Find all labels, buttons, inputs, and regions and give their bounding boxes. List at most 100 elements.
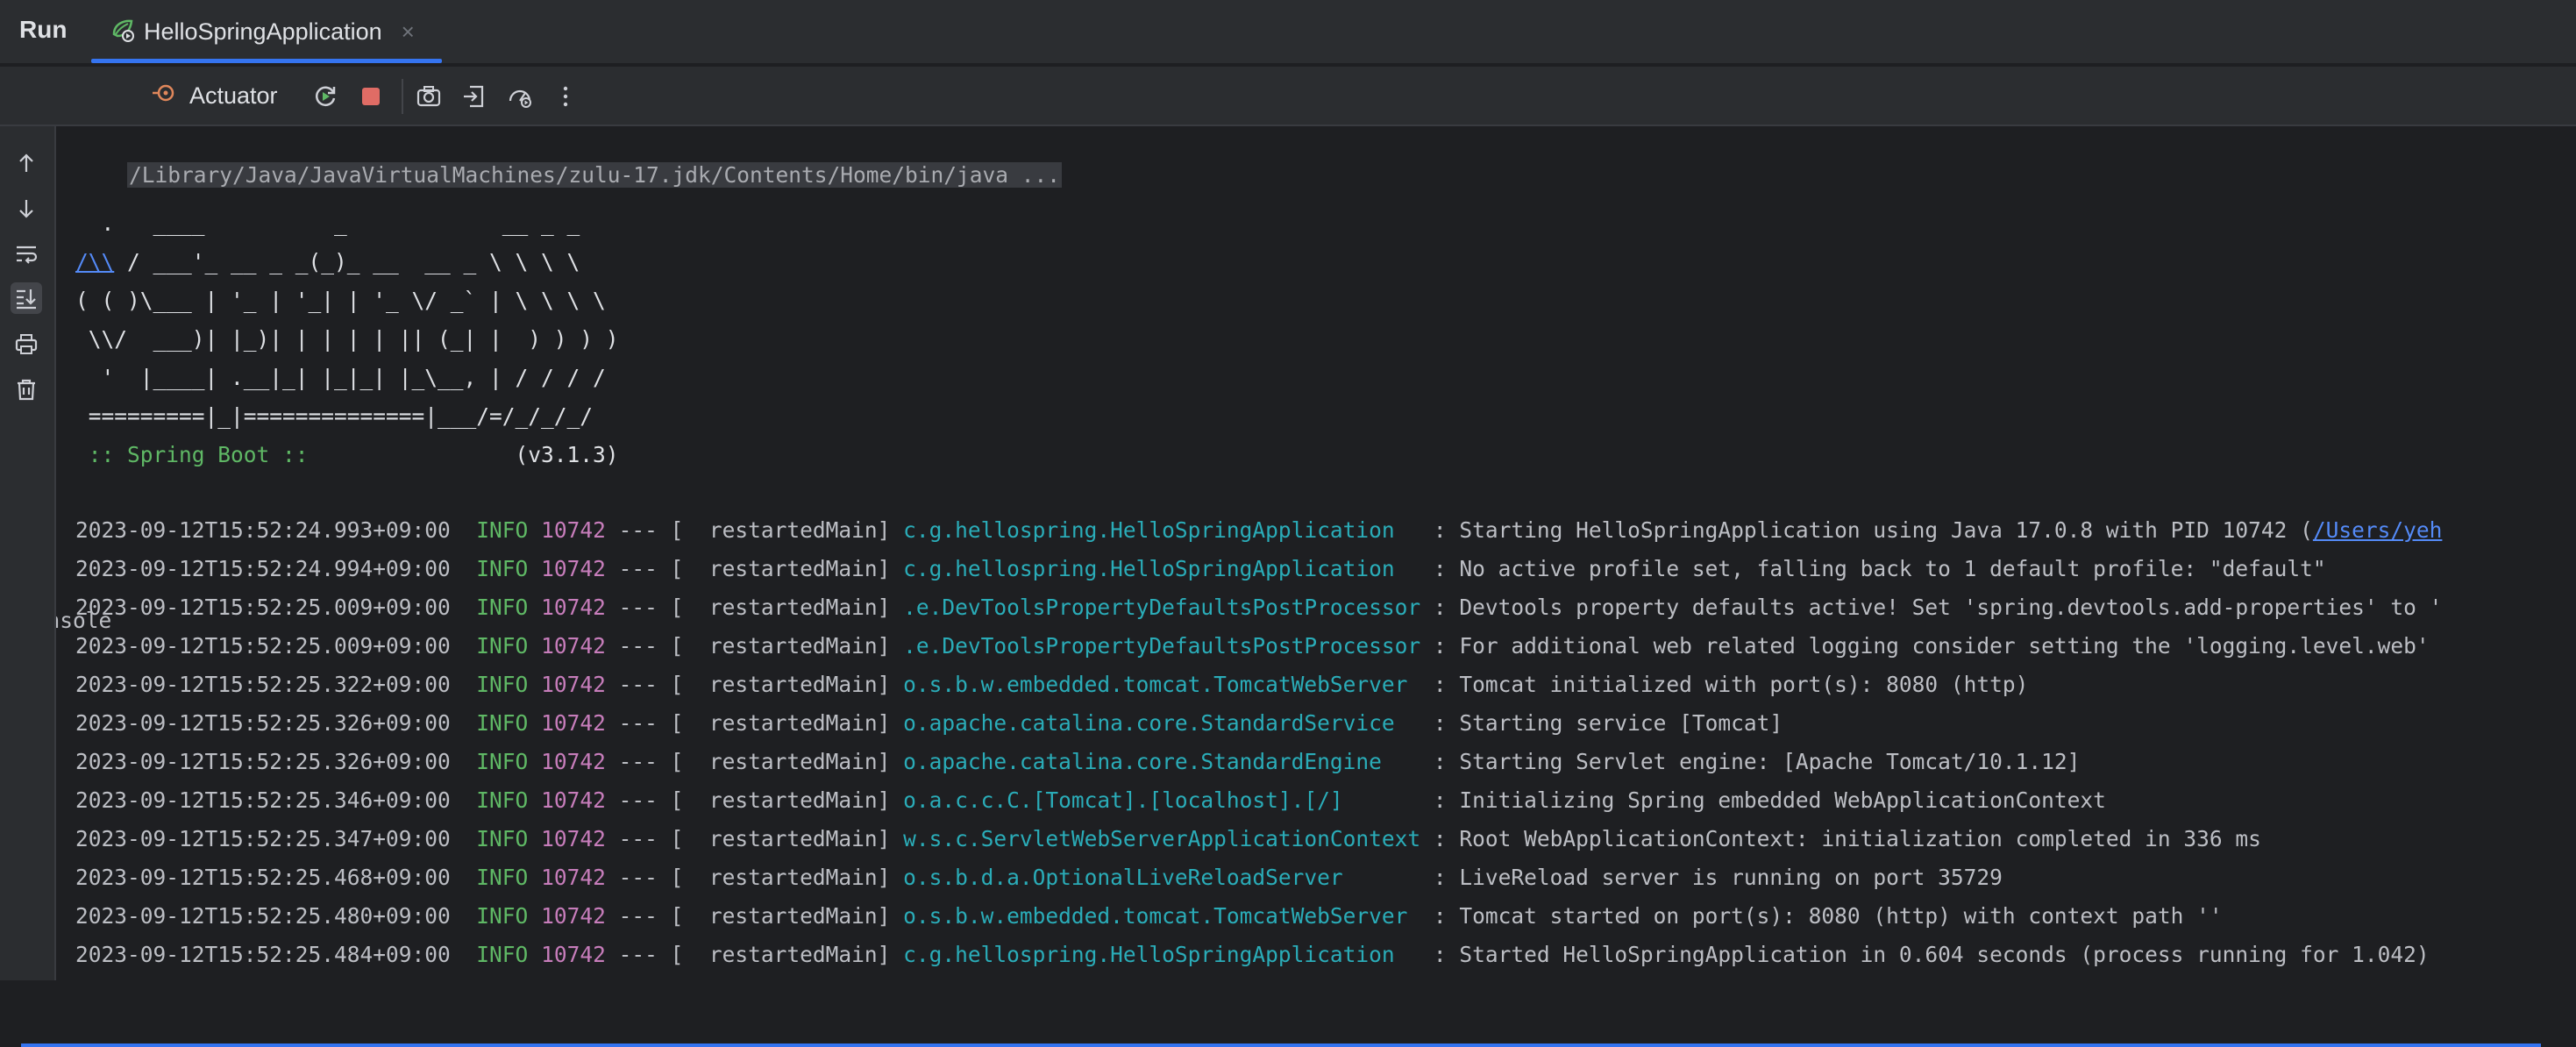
log-spacer [451, 942, 477, 967]
active-tab-indicator [21, 1043, 2541, 1047]
run-toolbar: Console Actuator [0, 67, 2576, 1047]
log-spacer [528, 595, 541, 620]
log-thread: --- [ restartedMain] [605, 826, 904, 851]
scroll-to-end-icon[interactable] [11, 282, 42, 314]
arrow-up-icon[interactable] [11, 147, 42, 179]
log-level: INFO [476, 787, 529, 813]
spring-run-icon [109, 17, 135, 47]
banner-link[interactable]: /\\ [75, 249, 114, 274]
log-thread: --- [ restartedMain] [605, 787, 904, 813]
log-thread: --- [ restartedMain] [605, 710, 904, 736]
log-message: : Devtools property defaults active! Set… [1420, 595, 2443, 620]
log-spacer [451, 749, 477, 774]
tab-actuator[interactable]: Actuator [151, 67, 278, 125]
log-timestamp: 2023-09-12T15:52:25.322+09:00 [75, 672, 451, 697]
log-path-link[interactable]: /Users/yeh [2313, 517, 2443, 543]
log-message: : Starting HelloSpringApplication using … [1420, 517, 2313, 543]
log-line: 2023-09-12T15:52:25.009+09:00 INFO 10742… [75, 593, 2442, 623]
log-thread: --- [ restartedMain] [605, 865, 904, 890]
log-line: 2023-09-12T15:52:25.480+09:00 INFO 10742… [75, 901, 2223, 931]
log-logger[interactable]: .e.DevToolsPropertyDefaultsPostProcessor [903, 633, 1420, 659]
log-thread: --- [ restartedMain] [605, 749, 904, 774]
log-pid: 10742 [541, 517, 606, 543]
log-timestamp: 2023-09-12T15:52:25.468+09:00 [75, 865, 451, 890]
log-timestamp: 2023-09-12T15:52:25.484+09:00 [75, 942, 451, 967]
tab-hello-spring-application[interactable]: HelloSpringApplication × [91, 0, 442, 63]
log-level: INFO [476, 710, 529, 736]
log-message: : Starting Servlet engine: [Apache Tomca… [1420, 749, 2081, 774]
log-logger[interactable]: .e.DevToolsPropertyDefaultsPostProcessor [903, 595, 1420, 620]
log-logger[interactable]: o.s.b.d.a.OptionalLiveReloadServer [903, 865, 1420, 890]
log-level: INFO [476, 556, 529, 581]
log-thread: --- [ restartedMain] [605, 556, 904, 581]
log-pid: 10742 [541, 710, 606, 736]
log-spacer [528, 942, 541, 967]
log-line: 2023-09-12T15:52:25.322+09:00 INFO 10742… [75, 670, 2028, 700]
close-icon[interactable]: × [402, 18, 415, 46]
log-logger[interactable]: c.g.hellospring.HelloSpringApplication [903, 556, 1420, 581]
console-output[interactable]: /Library/Java/JavaVirtualMachines/zulu-1… [56, 126, 2576, 980]
run-panel-title: Run [19, 16, 68, 43]
exit-icon[interactable] [459, 82, 489, 111]
print-icon[interactable] [11, 328, 42, 360]
log-spacer [451, 903, 477, 929]
log-logger[interactable]: o.s.b.w.embedded.tomcat.TomcatWebServer [903, 903, 1420, 929]
log-timestamp: 2023-09-12T15:52:24.993+09:00 [75, 517, 451, 543]
log-level: INFO [476, 865, 529, 890]
log-logger[interactable]: c.g.hellospring.HelloSpringApplication [903, 942, 1420, 967]
log-spacer [451, 556, 477, 581]
log-timestamp: 2023-09-12T15:52:25.346+09:00 [75, 787, 451, 813]
profiler-icon[interactable] [505, 82, 535, 111]
log-logger[interactable]: o.apache.catalina.core.StandardEngine [903, 749, 1420, 774]
log-pid: 10742 [541, 826, 606, 851]
log-line: 2023-09-12T15:52:24.993+09:00 INFO 10742… [75, 516, 2442, 545]
log-pid: 10742 [541, 556, 606, 581]
more-icon[interactable] [551, 82, 580, 111]
log-thread: --- [ restartedMain] [605, 517, 904, 543]
log-thread: --- [ restartedMain] [605, 942, 904, 967]
soft-wrap-icon[interactable] [11, 239, 42, 270]
screenshot-icon[interactable] [414, 82, 444, 111]
stop-icon[interactable] [356, 82, 386, 111]
log-level: INFO [476, 517, 529, 543]
actuator-tab-label: Actuator [189, 82, 278, 109]
log-level: INFO [476, 826, 529, 851]
arrow-down-icon[interactable] [11, 193, 42, 224]
log-spacer [451, 672, 477, 697]
log-logger[interactable]: c.g.hellospring.HelloSpringApplication [903, 517, 1420, 543]
log-message: : Tomcat initialized with port(s): 8080 … [1420, 672, 2029, 697]
log-level: INFO [476, 595, 529, 620]
banner-text: / ___'_ __ _ _(_)_ __ __ _ \ \ \ \ [114, 249, 580, 274]
log-logger[interactable]: o.apache.catalina.core.StandardService [903, 710, 1420, 736]
log-level: INFO [476, 749, 529, 774]
log-logger[interactable]: o.a.c.c.C.[Tomcat].[localhost].[/] [903, 787, 1420, 813]
console-side-toolbar [0, 126, 56, 980]
log-spacer [528, 826, 541, 851]
log-logger[interactable]: o.s.b.w.embedded.tomcat.TomcatWebServer [903, 672, 1420, 697]
spring-banner-line: ' |____| .__|_| |_|_| |_\__, | / / / / [75, 365, 606, 390]
log-line: 2023-09-12T15:52:25.009+09:00 INFO 10742… [75, 631, 2430, 661]
log-pid: 10742 [541, 749, 606, 774]
log-message: : Started HelloSpringApplication in 0.60… [1420, 942, 2430, 967]
log-pid: 10742 [541, 633, 606, 659]
log-pid: 10742 [541, 865, 606, 890]
log-timestamp: 2023-09-12T15:52:25.480+09:00 [75, 903, 451, 929]
log-logger[interactable]: w.s.c.ServletWebServerApplicationContext [903, 826, 1420, 851]
log-thread: --- [ restartedMain] [605, 595, 904, 620]
log-message: : No active profile set, falling back to… [1420, 556, 2326, 581]
spring-boot-version: (v3.1.3) [321, 442, 619, 467]
log-spacer [528, 672, 541, 697]
log-spacer [451, 710, 477, 736]
log-thread: --- [ restartedMain] [605, 672, 904, 697]
tab-label: HelloSpringApplication [144, 18, 382, 45]
log-thread: --- [ restartedMain] [605, 903, 904, 929]
rerun-icon[interactable] [310, 82, 340, 111]
log-spacer [528, 517, 541, 543]
log-spacer [528, 710, 541, 736]
log-line: 2023-09-12T15:52:24.994+09:00 INFO 10742… [75, 554, 2326, 584]
java-command-line[interactable]: /Library/Java/JavaVirtualMachines/zulu-1… [127, 162, 1063, 188]
log-line: 2023-09-12T15:52:25.326+09:00 INFO 10742… [75, 709, 1783, 738]
log-spacer [528, 865, 541, 890]
trash-icon[interactable] [11, 374, 42, 405]
log-message: : Starting service [Tomcat] [1420, 710, 1783, 736]
